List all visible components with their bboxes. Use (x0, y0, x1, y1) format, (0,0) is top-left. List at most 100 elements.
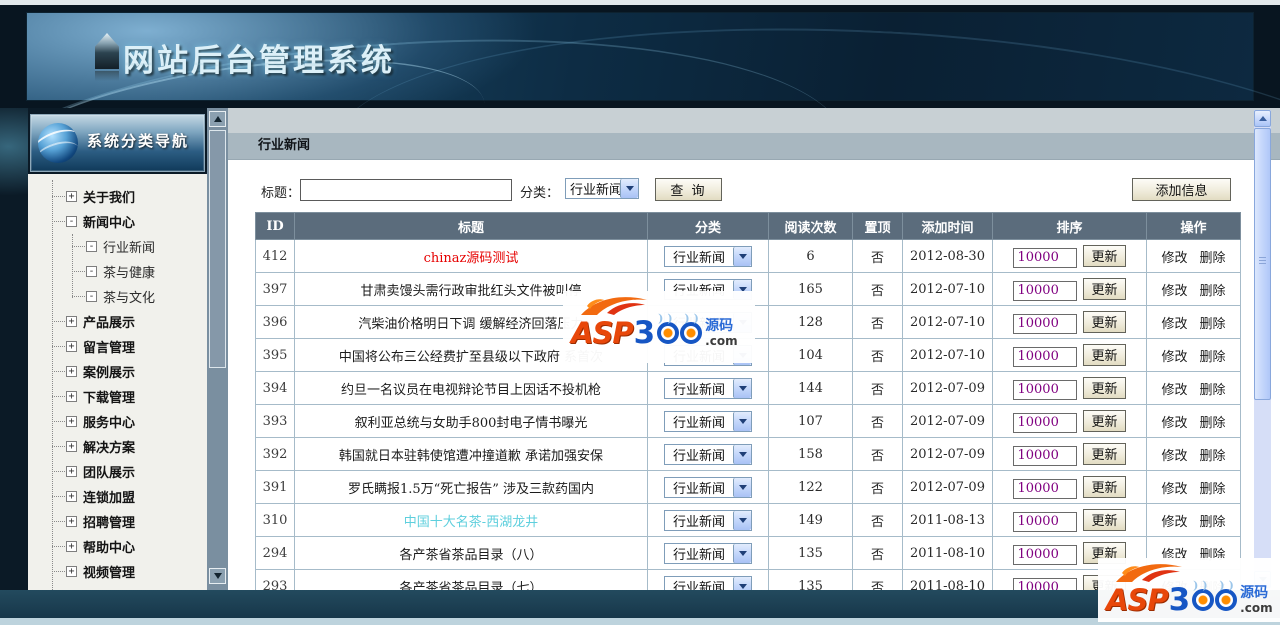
scrollbar-thumb[interactable] (209, 130, 226, 368)
sidebar-item-招聘管理[interactable]: + 招聘管理 (28, 509, 207, 534)
expand-icon[interactable]: + (66, 341, 77, 352)
sidebar-item-茶与文化[interactable]: - 茶与文化 (28, 284, 207, 309)
sidebar-item-茶与健康[interactable]: - 茶与健康 (28, 259, 207, 284)
update-button[interactable]: 更新 (1083, 508, 1126, 531)
sidebar-item-服务中心[interactable]: + 服务中心 (28, 409, 207, 434)
category-select[interactable]: 行业新闻 (565, 178, 639, 199)
modify-link[interactable]: 修改 (1161, 515, 1187, 530)
sidebar-item-下载管理[interactable]: + 下载管理 (28, 384, 207, 409)
category-select[interactable]: 行业新闻 (664, 542, 752, 564)
expand-icon[interactable]: + (66, 191, 77, 202)
news-title-link[interactable]: 中国十大名茶-西湖龙井 (404, 515, 538, 530)
scroll-up-button[interactable] (1254, 110, 1271, 127)
chevron-down-icon[interactable] (620, 179, 638, 198)
news-title-link[interactable]: chinaz源码测试 (424, 251, 519, 266)
collapse-icon[interactable]: - (86, 266, 97, 277)
news-title-link[interactable]: 韩国就日本驻韩使馆遭冲撞道歉 承诺加强安保 (339, 449, 603, 464)
update-button[interactable]: 更新 (1083, 343, 1126, 366)
sidebar-item-行业新闻[interactable]: - 行业新闻 (28, 234, 207, 259)
chevron-down-icon[interactable] (733, 378, 751, 398)
expand-icon[interactable]: + (66, 441, 77, 452)
modify-link[interactable]: 修改 (1161, 482, 1187, 497)
sort-input[interactable] (1013, 412, 1078, 433)
sidebar-item-连锁加盟[interactable]: + 连锁加盟 (28, 484, 207, 509)
scroll-down-button[interactable] (209, 568, 226, 584)
delete-link[interactable]: 删除 (1200, 317, 1226, 332)
category-select[interactable]: 行业新闻 (664, 410, 752, 432)
category-select[interactable]: 行业新闻 (664, 443, 752, 465)
update-button[interactable]: 更新 (1083, 277, 1126, 300)
delete-link[interactable]: 删除 (1200, 284, 1226, 299)
chevron-down-icon[interactable] (733, 411, 751, 431)
delete-link[interactable]: 删除 (1200, 383, 1226, 398)
sort-input[interactable] (1013, 511, 1078, 532)
sidebar-item-团队展示[interactable]: + 团队展示 (28, 459, 207, 484)
delete-link[interactable]: 删除 (1200, 482, 1226, 497)
sort-input[interactable] (1013, 478, 1078, 499)
news-title-link[interactable]: 汽柴油价格明日下调 缓解经济回落压力 (358, 317, 583, 332)
collapse-icon[interactable]: - (86, 291, 97, 302)
modify-link[interactable]: 修改 (1161, 350, 1187, 365)
sidebar-item-帮助中心[interactable]: + 帮助中心 (28, 534, 207, 559)
expand-icon[interactable]: + (66, 541, 77, 552)
news-title-link[interactable]: 叙利亚总统与女助手800封电子情书曝光 (355, 416, 588, 431)
sidebar-item-新闻中心[interactable]: - 新闻中心 (28, 209, 207, 234)
sort-input[interactable] (1013, 313, 1078, 334)
news-title-link[interactable]: 罗氏瞒报1.5万“死亡报告” 涉及三款药国内 (348, 482, 594, 497)
sidebar-item-视频管理[interactable]: + 视频管理 (28, 559, 207, 584)
update-button[interactable]: 更新 (1083, 475, 1126, 498)
news-title-link[interactable]: 甘肃卖馒头需行政审批红头文件被叫停 (360, 284, 581, 299)
category-select[interactable]: 行业新闻 (664, 245, 752, 267)
sort-input[interactable] (1013, 247, 1078, 268)
category-select[interactable]: 行业新闻 (664, 377, 752, 399)
chevron-down-icon[interactable] (733, 477, 751, 497)
sort-input[interactable] (1013, 445, 1078, 466)
chevron-down-icon[interactable] (733, 246, 751, 266)
collapse-icon[interactable]: - (86, 241, 97, 252)
news-title-link[interactable]: 各产茶省茶品目录（八） (399, 548, 542, 563)
scrollbar-thumb[interactable] (1254, 128, 1271, 400)
modify-link[interactable]: 修改 (1161, 284, 1187, 299)
expand-icon[interactable]: + (66, 366, 77, 377)
expand-icon[interactable]: + (66, 316, 77, 327)
delete-link[interactable]: 删除 (1200, 449, 1226, 464)
update-button[interactable]: 更新 (1083, 376, 1126, 399)
sort-input[interactable] (1013, 544, 1078, 565)
collapse-icon[interactable]: - (66, 216, 77, 227)
category-select[interactable]: 行业新闻 (664, 476, 752, 498)
expand-icon[interactable]: + (66, 566, 77, 577)
sidebar-item-产品展示[interactable]: + 产品展示 (28, 309, 207, 334)
expand-icon[interactable]: + (66, 466, 77, 477)
expand-icon[interactable]: + (66, 491, 77, 502)
delete-link[interactable]: 删除 (1200, 416, 1226, 431)
scroll-up-button[interactable] (209, 111, 226, 127)
modify-link[interactable]: 修改 (1161, 251, 1187, 266)
title-filter-input[interactable] (300, 179, 512, 201)
category-select[interactable]: 行业新闻 (664, 509, 752, 531)
delete-link[interactable]: 删除 (1200, 515, 1226, 530)
add-info-button[interactable]: 添加信息 (1132, 178, 1231, 201)
delete-link[interactable]: 删除 (1200, 350, 1226, 365)
modify-link[interactable]: 修改 (1161, 383, 1187, 398)
sidebar-item-案例展示[interactable]: + 案例展示 (28, 359, 207, 384)
sort-input[interactable] (1013, 379, 1078, 400)
chevron-down-icon[interactable] (733, 510, 751, 530)
sidebar-item-解决方案[interactable]: + 解决方案 (28, 434, 207, 459)
modify-link[interactable]: 修改 (1161, 416, 1187, 431)
chevron-down-icon[interactable] (733, 444, 751, 464)
update-button[interactable]: 更新 (1083, 310, 1126, 333)
sort-input[interactable] (1013, 346, 1078, 367)
update-button[interactable]: 更新 (1083, 244, 1126, 267)
sort-input[interactable] (1013, 280, 1078, 301)
expand-icon[interactable]: + (66, 416, 77, 427)
delete-link[interactable]: 删除 (1200, 251, 1226, 266)
news-title-link[interactable]: 约旦一名议员在电视辩论节目上因话不投机枪 (341, 383, 601, 398)
sidebar-scrollbar[interactable] (207, 108, 228, 590)
sidebar-item-关于我们[interactable]: + 关于我们 (28, 184, 207, 209)
expand-icon[interactable]: + (66, 516, 77, 527)
chevron-down-icon[interactable] (733, 543, 751, 563)
modify-link[interactable]: 修改 (1161, 317, 1187, 332)
sidebar-item-留言管理[interactable]: + 留言管理 (28, 334, 207, 359)
modify-link[interactable]: 修改 (1161, 449, 1187, 464)
update-button[interactable]: 更新 (1083, 409, 1126, 432)
